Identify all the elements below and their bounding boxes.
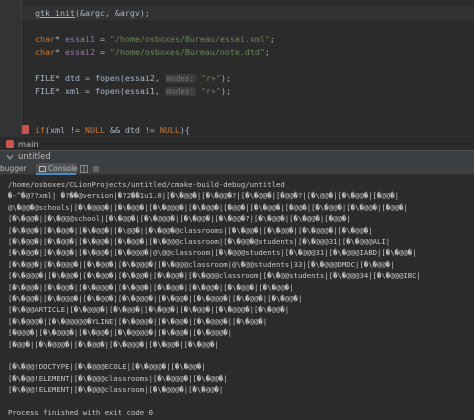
console-line: �-^�@??xml| �?��@version|�?2��1u1.0|[�\�…: [8, 191, 399, 201]
console-line: /home/osboxes/CLionProjects/untitled/cma…: [8, 180, 285, 189]
code-token: =: [94, 34, 110, 44]
tab-console-label: Console: [48, 164, 78, 173]
code-line[interactable]: char* essai1 = "/home/osboxes/Bureau/ess…: [35, 32, 275, 46]
code-token: *: [54, 47, 65, 57]
code-token: essai1: [64, 34, 95, 44]
code-token: ;: [269, 34, 275, 44]
tab-console[interactable]: Console: [36, 163, 78, 175]
code-token: FILE: [35, 73, 55, 83]
console-output[interactable]: /home/osboxes/CLionProjects/untitled/cma…: [0, 175, 474, 420]
run-tabs: bugger Console: [0, 163, 474, 175]
code-line[interactable]: FILE* xml = fopen(essai1, modes: "r+");: [35, 84, 231, 98]
console-line: [�\�@@�|[�\�@@�|[�\�@@�|[�\�@@�|[�\�@@@c…: [8, 237, 391, 246]
process-exit-message: Process finished with exit code 0: [8, 408, 153, 417]
layout-icon[interactable]: [80, 165, 88, 173]
code-token: );: [220, 86, 231, 96]
code-token: char: [35, 47, 55, 57]
code-line[interactable]: FILE* dtd = fopen(essai2, modes: "r+");: [35, 71, 231, 85]
console-line: [�\�@@!ELEMENT|[�\�@@@classrooms|[�\�@@@…: [8, 373, 228, 383]
console-line: [�\�@@�|[�\�@@�|[�\�@@�|[�\@@�|[�\�@@�@c…: [8, 225, 373, 235]
console-line: [�\�@@�|[�\�@@@school|[�\�@@�|[�\�@@@�|[…: [8, 214, 351, 224]
code-token: essai2: [64, 47, 95, 57]
code-token: * xml = fopen(essai1,: [54, 86, 165, 96]
code-line[interactable]: char* essai2 = "/home/osboxes/Bureau/not…: [35, 45, 270, 59]
console-menu-icon[interactable]: [92, 165, 100, 173]
console-line: [�\�@@�|[�\�@@�|[�\�@@@�|[�\�@@�|[�\�@@�…: [8, 282, 294, 292]
console-line: [�\�@@!ELEMENT|[�\�@@@classroom|[�\�@@@�…: [8, 385, 224, 395]
code-token: ){: [179, 125, 190, 135]
tab-debugger[interactable]: bugger: [0, 163, 36, 175]
console-line: [�\�@@�|[�\�@@@�|[�\�@@�|[�\�@@@�|[�\�@@…: [8, 294, 303, 303]
console-icon: [39, 166, 46, 172]
console-line: [�\�@@�|[�\�@@�|[�\�@@�|[�\�@@@�|@\@@cla…: [8, 248, 417, 258]
code-token: FILE: [35, 86, 55, 96]
parameter-hint: modes:: [164, 87, 196, 96]
code-token: "/home/osboxes/Bureau/essai.xml": [109, 34, 270, 44]
code-token: gtk_init: [35, 8, 75, 18]
console-line: [�\�@@!DOCTYPE|[�\�@@@ECOLE|[�\�@@@�|[�\…: [8, 362, 206, 372]
console-line: [�@@�|[�\�@@@�|[�\�@@�|[�\�@@@�|[�\�@@�|…: [8, 339, 219, 349]
function-icon: [6, 140, 14, 148]
code-token: NULL: [84, 125, 105, 135]
parameter-hint: modes:: [164, 74, 196, 83]
code-token: (&argc, &argv);: [74, 8, 150, 18]
code-token: char: [35, 34, 55, 44]
code-line[interactable]: if(xml != NULL && dtd != NULL){: [35, 123, 190, 137]
code-token: (xml !=: [45, 125, 85, 135]
breakpoint-marker[interactable]: [22, 125, 29, 134]
code-token: && dtd !=: [104, 125, 160, 135]
code-token: "/home/osboxes/Bureau/note.dtd": [109, 47, 265, 57]
code-token: * dtd = fopen(essai2,: [54, 73, 165, 83]
code-token: "r+": [195, 73, 221, 83]
console-line: [�\�@@@�|[�\�@@@@@�YLINE|[�\�@@@�|[�\�@@…: [8, 316, 268, 326]
code-line[interactable]: gtk_init(&argc, &argv);: [35, 6, 150, 20]
console-line: [�\�@@@�|[�\�@@�|[�\�@@�|[�\�@@�|[�\�@@�…: [8, 271, 421, 281]
console-line: @\�@@�@schools|[�\�@@@�|[�\�@@�|[�\�@@@�…: [8, 202, 408, 212]
breadcrumb-function[interactable]: main: [18, 137, 39, 151]
console-line: [�\�@@�|[�\�@@@�|[�\�@@�|[�\�@@@�|[�\�@@…: [8, 259, 395, 269]
code-token: ;: [264, 47, 270, 57]
code-token: =: [94, 47, 110, 57]
run-tool-window-header: untitled: [0, 150, 474, 163]
code-token: *: [54, 34, 65, 44]
console-line: [�@@@�|[�\�@@@�|[�\�@@�|[�\�@@@@�|[�\�@@…: [8, 328, 233, 338]
structure-breadcrumb[interactable]: main: [0, 136, 474, 150]
collapse-chevron-icon[interactable]: [6, 153, 14, 161]
code-editor[interactable]: gtk_init(&argc, &argv); char* essai1 = "/…: [0, 0, 474, 150]
code-token: "r+": [195, 86, 221, 96]
code-token: );: [220, 73, 231, 83]
console-line: [�\�@@ARTICLE|[�\�@@@�|[�\�@@�|[�\�@@�|[…: [8, 305, 290, 315]
editor-gutter[interactable]: [0, 0, 22, 150]
code-token: NULL: [159, 125, 180, 135]
code-token: if: [35, 125, 45, 135]
